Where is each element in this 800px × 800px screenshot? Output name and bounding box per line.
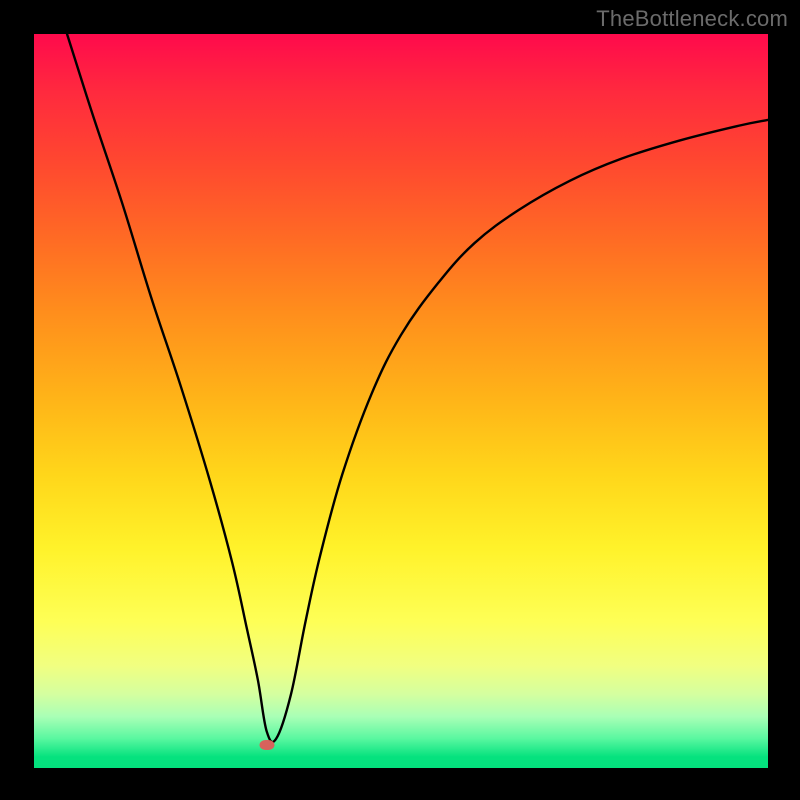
bottleneck-curve [34,34,768,768]
minimum-marker [259,740,274,750]
watermark-text: TheBottleneck.com [596,6,788,32]
chart-frame: TheBottleneck.com [0,0,800,800]
plot-area [34,34,768,768]
